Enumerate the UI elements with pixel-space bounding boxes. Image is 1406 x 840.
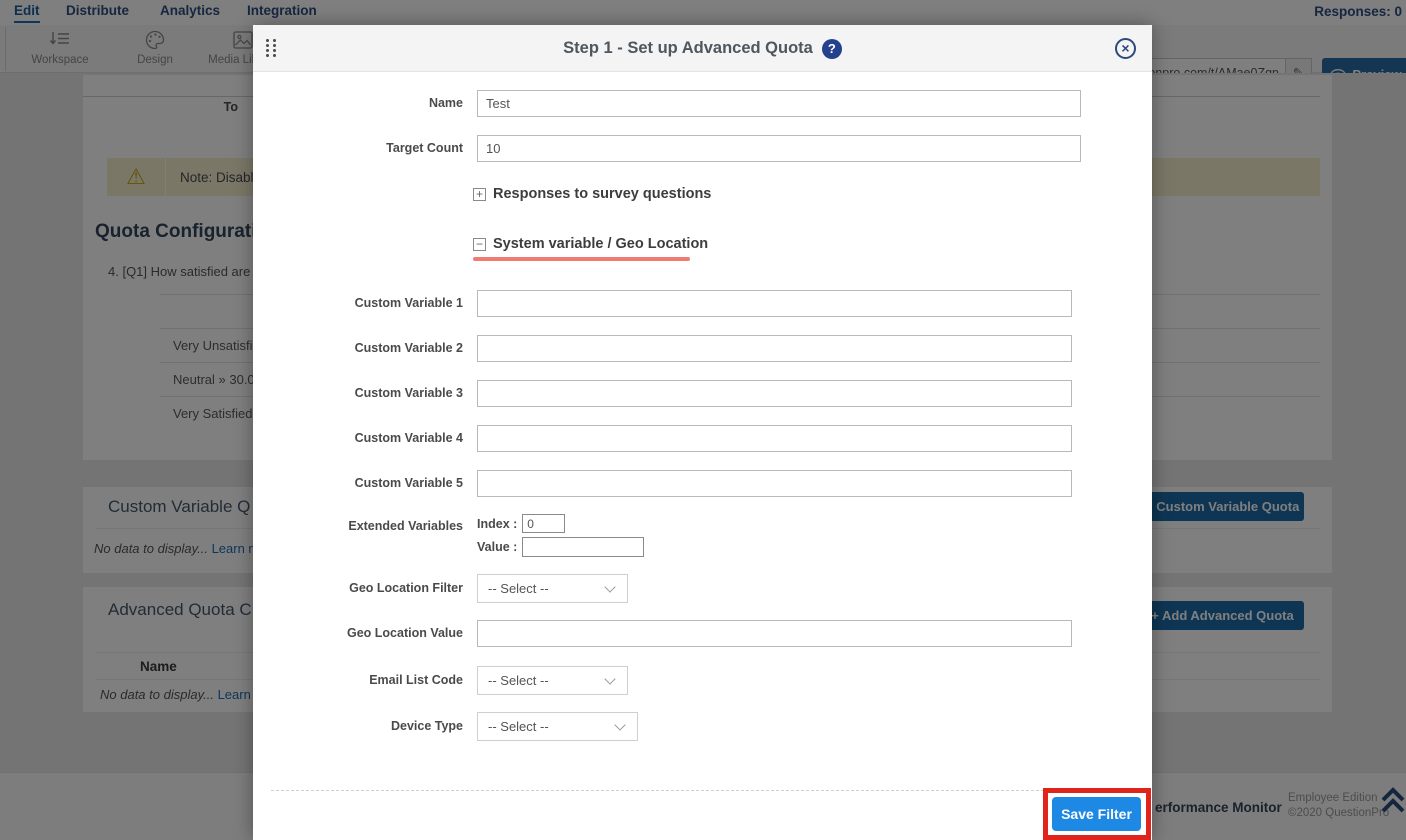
collapse-minus-icon[interactable]: − — [473, 238, 486, 251]
geo-location-filter-select[interactable]: -- Select -- — [477, 574, 628, 603]
extended-value-row: Value : — [477, 537, 644, 557]
modal-footer-divider — [271, 790, 1134, 791]
chevron-down-icon — [604, 673, 615, 684]
device-type-select[interactable]: -- Select -- — [477, 712, 638, 741]
questionpro-quota-screen: Edit Distribute Analytics Integration Re… — [0, 0, 1406, 840]
target-count-label: Target Count — [253, 141, 463, 155]
device-type-label: Device Type — [253, 719, 463, 733]
value-label: Value : — [477, 540, 517, 554]
email-list-code-label: Email List Code — [253, 673, 463, 687]
chevron-down-icon — [604, 581, 615, 592]
custom-variable-4-label: Custom Variable 4 — [253, 431, 463, 445]
modal-header: Step 1 - Set up Advanced Quota ? × — [253, 25, 1152, 72]
geo-location-value-input[interactable] — [477, 620, 1072, 647]
system-variable-section-label: System variable / Geo Location — [493, 236, 708, 252]
selected-option: -- Select -- — [488, 581, 549, 596]
custom-variable-4-input[interactable] — [477, 425, 1072, 452]
extended-index-row: Index : — [477, 514, 565, 533]
chevron-down-icon — [614, 719, 625, 730]
modal-title: Step 1 - Set up Advanced Quota — [563, 39, 813, 58]
email-list-code-select[interactable]: -- Select -- — [477, 666, 628, 695]
modal-title-row: Step 1 - Set up Advanced Quota ? — [253, 25, 1152, 72]
system-variable-section-toggle[interactable]: − System variable / Geo Location — [473, 236, 708, 252]
custom-variable-5-input[interactable] — [477, 470, 1072, 497]
custom-variable-2-label: Custom Variable 2 — [253, 341, 463, 355]
custom-variable-1-input[interactable] — [477, 290, 1072, 317]
red-box-annotation — [1043, 788, 1151, 840]
red-underline-annotation — [473, 257, 690, 261]
extended-variables-label: Extended Variables — [253, 519, 463, 533]
target-count-input[interactable] — [477, 135, 1081, 162]
custom-variable-3-label: Custom Variable 3 — [253, 386, 463, 400]
index-label: Index : — [477, 517, 517, 531]
expand-plus-icon[interactable]: + — [473, 188, 486, 201]
selected-option: -- Select -- — [488, 673, 549, 688]
selected-option: -- Select -- — [488, 719, 549, 734]
name-label: Name — [253, 96, 463, 110]
geo-location-value-label: Geo Location Value — [253, 626, 463, 640]
value-input[interactable] — [522, 537, 644, 557]
name-input[interactable] — [477, 90, 1081, 117]
close-icon[interactable]: × — [1115, 38, 1136, 59]
custom-variable-3-input[interactable] — [477, 380, 1072, 407]
responses-section-toggle[interactable]: + Responses to survey questions — [473, 186, 711, 202]
geo-location-filter-label: Geo Location Filter — [253, 581, 463, 595]
custom-variable-5-label: Custom Variable 5 — [253, 476, 463, 490]
responses-section-label: Responses to survey questions — [493, 186, 711, 202]
custom-variable-2-input[interactable] — [477, 335, 1072, 362]
help-icon[interactable]: ? — [822, 39, 842, 59]
custom-variable-1-label: Custom Variable 1 — [253, 296, 463, 310]
advanced-quota-modal: Step 1 - Set up Advanced Quota ? × Name … — [253, 25, 1152, 840]
index-input[interactable] — [522, 514, 565, 533]
